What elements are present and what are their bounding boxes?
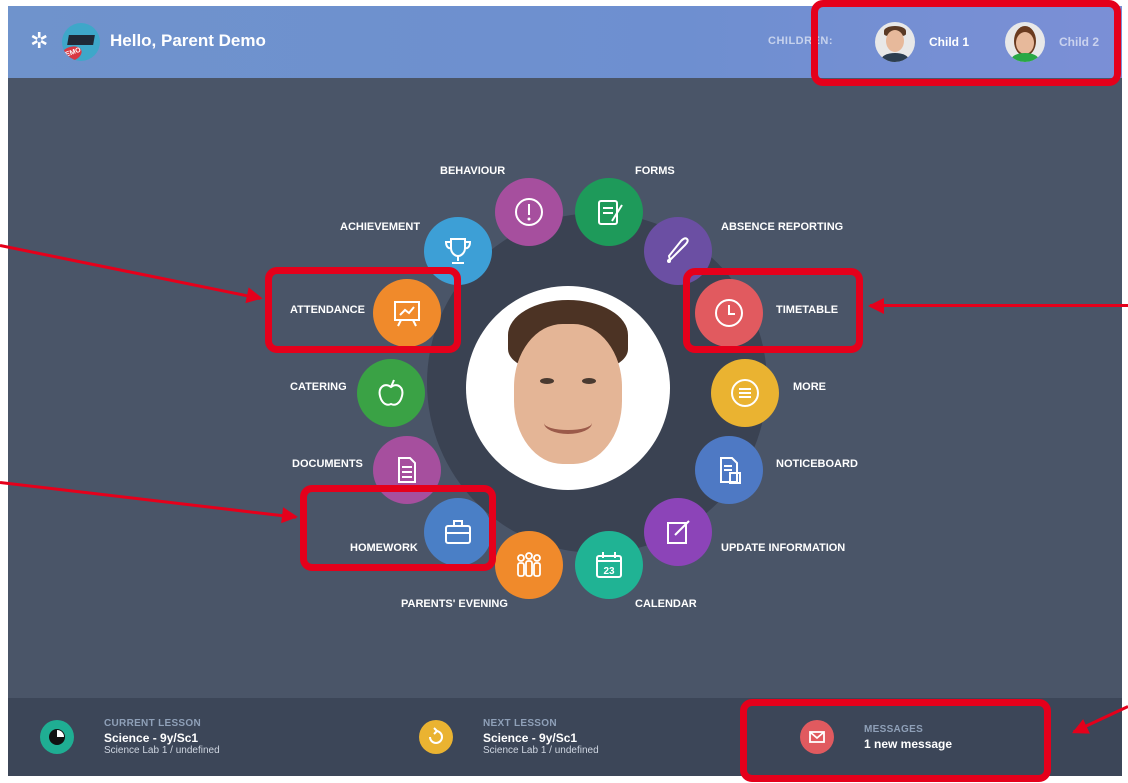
pencil-icon: [667, 520, 690, 544]
next-lesson-title: NEXT LESSON: [483, 718, 557, 729]
forms-tile[interactable]: [575, 178, 643, 246]
more-tile[interactable]: [711, 359, 779, 427]
highlight-children: [811, 0, 1121, 86]
current-lesson-title: CURRENT LESSON: [104, 718, 201, 729]
demo-badge: DEMO: [62, 43, 84, 61]
menu-icon: [731, 379, 759, 407]
bell-icon: [667, 237, 689, 263]
next-lesson[interactable]: NEXT LESSON Science - 9y/Sc1 Science Lab…: [419, 710, 599, 764]
highlight-timetable: [683, 268, 863, 353]
absence-reporting-label[interactable]: ABSENCE REPORTING: [721, 221, 843, 233]
alert-circle-icon: [515, 198, 543, 226]
current-lesson-name: Science - 9y/Sc1: [104, 731, 199, 745]
greeting: Hello, Parent Demo: [110, 31, 266, 50]
calendar-icon: 23: [596, 552, 622, 578]
pie-clock-icon: [40, 720, 74, 754]
next-lesson-icon: [419, 720, 453, 754]
update-information-tile[interactable]: [644, 498, 712, 566]
highlight-homework: [300, 485, 496, 571]
catering-tile[interactable]: [357, 359, 425, 427]
parents-evening-label[interactable]: PARENTS' EVENING: [401, 598, 508, 610]
current-lesson[interactable]: CURRENT LESSON Science - 9y/Sc1 Science …: [40, 710, 220, 764]
behaviour-label[interactable]: BEHAVIOUR: [440, 165, 505, 177]
document-icon: [398, 457, 416, 483]
document-download-icon: [720, 457, 741, 484]
avatar[interactable]: DEMO: [62, 23, 100, 61]
arrow-timetable: [870, 304, 1128, 307]
form-edit-icon: [598, 200, 623, 225]
student-photo: [466, 286, 670, 490]
calendar-day: 23: [603, 566, 615, 577]
calendar-tile[interactable]: 23: [575, 531, 643, 599]
parents-evening-tile[interactable]: [495, 531, 563, 599]
trophy-icon: [444, 238, 472, 264]
achievement-label[interactable]: ACHIEVEMENT: [340, 221, 420, 233]
next-lesson-room: Science Lab 1 / undefined: [483, 745, 599, 756]
current-lesson-room: Science Lab 1 / undefined: [104, 745, 220, 756]
current-lesson-icon: [40, 720, 74, 754]
update-information-label[interactable]: UPDATE INFORMATION: [721, 542, 845, 554]
next-lesson-name: Science - 9y/Sc1: [483, 731, 578, 745]
graduation-cap-icon: [67, 35, 95, 45]
refresh-icon: [419, 720, 453, 754]
noticeboard-label[interactable]: NOTICEBOARD: [776, 458, 858, 470]
behaviour-tile[interactable]: [495, 178, 563, 246]
noticeboard-tile[interactable]: [695, 436, 763, 504]
forms-label[interactable]: FORMS: [635, 165, 675, 177]
gear-icon[interactable]: ✲: [30, 30, 52, 52]
documents-label[interactable]: DOCUMENTS: [292, 458, 363, 470]
highlight-attendance: [265, 267, 461, 353]
apple-icon: [378, 379, 404, 406]
app-window: ✲ DEMO Hello, Parent Demo CHILDREN: Chil…: [8, 6, 1122, 776]
menu-wheel: 23 BEHAVIOUR FORMS ABSENCE REPORTING TIM…: [8, 78, 1122, 698]
people-icon: [517, 552, 541, 577]
calendar-label[interactable]: CALENDAR: [635, 598, 697, 610]
catering-label[interactable]: CATERING: [290, 381, 347, 393]
more-label[interactable]: MORE: [793, 381, 826, 393]
highlight-messages: [740, 699, 1051, 782]
